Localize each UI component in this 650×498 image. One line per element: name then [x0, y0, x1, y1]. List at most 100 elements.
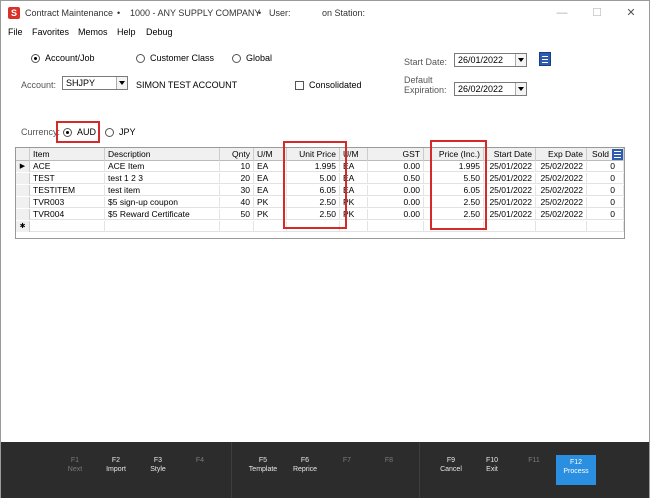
close-button[interactable]: ✕ [621, 5, 641, 21]
table-row[interactable]: TESTITEM test item 30 EA 6.05 EA 0.00 6.05 25/01… [16, 185, 624, 196]
cell-um[interactable]: EA [254, 161, 287, 172]
col-unit-price[interactable]: Unit Price [287, 148, 340, 161]
cell-um[interactable]: EA [254, 173, 287, 184]
menu-file[interactable]: File [8, 27, 23, 37]
cell-sold[interactable]: 0 [587, 173, 624, 184]
cell-um-2[interactable]: PK [340, 197, 368, 208]
cell-um[interactable]: PK [254, 209, 287, 220]
cell-unit-price[interactable]: 6.05 [287, 185, 340, 196]
cell-qnty[interactable]: 40 [220, 197, 254, 208]
account-combo[interactable]: SHJPY [62, 76, 128, 90]
cell-qnty[interactable]: 30 [220, 185, 254, 196]
fkey-f10-exit[interactable]: F10 Exit [472, 456, 512, 484]
cell-exp-date[interactable]: 25/02/2022 [536, 197, 587, 208]
col-description[interactable]: Description [105, 148, 220, 161]
cell-um[interactable]: PK [254, 197, 287, 208]
fkey-f2-import[interactable]: F2 Import [96, 456, 136, 484]
row-selector[interactable] [16, 185, 30, 196]
chevron-down-icon[interactable] [515, 54, 526, 66]
cell-gst[interactable]: 0.00 [368, 197, 424, 208]
cell-empty[interactable] [287, 221, 340, 232]
cell-price-inc[interactable]: 2.50 [424, 209, 484, 220]
cell-sold[interactable]: 0 [587, 197, 624, 208]
row-selector[interactable] [16, 209, 30, 220]
table-row[interactable]: TVR004 $5 Reward Certificate 50 PK 2.50 PK 0.0… [16, 209, 624, 220]
cell-gst[interactable]: 0.50 [368, 173, 424, 184]
cell-exp-date[interactable]: 25/02/2022 [536, 209, 587, 220]
fkey-f9-cancel[interactable]: F9 Cancel [431, 456, 471, 484]
column-chooser-icon[interactable] [612, 149, 623, 160]
col-start-date[interactable]: Start Date [484, 148, 536, 161]
cell-empty[interactable] [536, 221, 587, 232]
cell-qnty[interactable]: 50 [220, 209, 254, 220]
cell-start-date[interactable]: 25/01/2022 [484, 173, 536, 184]
cell-price-inc[interactable]: 2.50 [424, 197, 484, 208]
cell-start-date[interactable]: 25/01/2022 [484, 161, 536, 172]
fkey-f6-reprice[interactable]: F6 Reprice [285, 456, 325, 484]
cell-um[interactable]: EA [254, 185, 287, 196]
maximize-button[interactable]: ☐ [587, 5, 607, 21]
table-row[interactable]: TVR003 $5 sign-up coupon 40 PK 2.50 PK 0.00 2.5… [16, 197, 624, 208]
cell-qnty[interactable]: 20 [220, 173, 254, 184]
cell-um-2[interactable]: EA [340, 161, 368, 172]
cell-start-date[interactable]: 25/01/2022 [484, 209, 536, 220]
fkey-f3-style[interactable]: F3 Style [138, 456, 178, 484]
cell-description[interactable]: $5 Reward Certificate [105, 209, 220, 220]
cell-item[interactable]: TESTITEM [30, 185, 105, 196]
cell-item[interactable]: ACE [30, 161, 105, 172]
cell-item[interactable]: TVR003 [30, 197, 105, 208]
radio-currency-jpy[interactable]: JPY [105, 127, 136, 137]
cell-price-inc[interactable]: 5.50 [424, 173, 484, 184]
start-date-picker[interactable]: 26/01/2022 [454, 53, 527, 67]
table-row[interactable]: TEST test 1 2 3 20 EA 5.00 EA 0.50 5.50 25/01/20… [16, 173, 624, 184]
consolidated-checkbox[interactable]: Consolidated [295, 80, 362, 90]
row-selector[interactable] [16, 197, 30, 208]
cell-um-2[interactable]: PK [340, 209, 368, 220]
minimize-button[interactable]: — [552, 5, 572, 21]
table-row[interactable]: ▶ ACE ACE Item 10 EA 1.995 EA 0.00 1.995 25/01/20… [16, 161, 624, 172]
cell-item[interactable]: TVR004 [30, 209, 105, 220]
fkey-f12-process[interactable]: F12 Process [556, 455, 596, 485]
row-selector[interactable]: ▶ [16, 161, 30, 172]
cell-unit-price[interactable]: 2.50 [287, 197, 340, 208]
fkey-f5-template[interactable]: F5 Template [243, 456, 283, 484]
col-um[interactable]: U/M [254, 148, 287, 161]
cell-description[interactable]: $5 sign-up coupon [105, 197, 220, 208]
col-gst[interactable]: GST [368, 148, 424, 161]
radio-currency-aud[interactable]: AUD [63, 127, 96, 137]
cell-start-date[interactable]: 25/01/2022 [484, 197, 536, 208]
cell-description[interactable]: test 1 2 3 [105, 173, 220, 184]
menu-memos[interactable]: Memos [78, 27, 108, 37]
cell-gst[interactable]: 0.00 [368, 161, 424, 172]
cell-empty[interactable] [484, 221, 536, 232]
cell-price-inc[interactable]: 6.05 [424, 185, 484, 196]
expiration-date-picker[interactable]: 26/02/2022 [454, 82, 527, 96]
cell-empty[interactable] [368, 221, 424, 232]
menu-help[interactable]: Help [117, 27, 136, 37]
list-options-icon[interactable] [539, 52, 551, 66]
cell-gst[interactable]: 0.00 [368, 185, 424, 196]
cell-um-2[interactable]: EA [340, 185, 368, 196]
cell-unit-price[interactable]: 5.00 [287, 173, 340, 184]
col-um-2[interactable]: U/M [340, 148, 368, 161]
cell-empty[interactable] [587, 221, 624, 232]
cell-item[interactable]: TEST [30, 173, 105, 184]
menu-debug[interactable]: Debug [146, 27, 173, 37]
cell-unit-price[interactable]: 1.995 [287, 161, 340, 172]
chevron-down-icon[interactable] [116, 77, 127, 89]
radio-account-job[interactable]: Account/Job [31, 53, 95, 63]
cell-empty[interactable] [254, 221, 287, 232]
cell-exp-date[interactable]: 25/02/2022 [536, 173, 587, 184]
cell-sold[interactable]: 0 [587, 209, 624, 220]
radio-customer-class[interactable]: Customer Class [136, 53, 214, 63]
col-exp-date[interactable]: Exp Date [536, 148, 587, 161]
cell-exp-date[interactable]: 25/02/2022 [536, 185, 587, 196]
cell-start-date[interactable]: 25/01/2022 [484, 185, 536, 196]
cell-qnty[interactable]: 10 [220, 161, 254, 172]
col-qnty[interactable]: Qnty [220, 148, 254, 161]
cell-empty[interactable] [424, 221, 484, 232]
cell-sold[interactable]: 0 [587, 185, 624, 196]
row-selector[interactable] [16, 173, 30, 184]
cell-um-2[interactable]: EA [340, 173, 368, 184]
col-item[interactable]: Item [30, 148, 105, 161]
